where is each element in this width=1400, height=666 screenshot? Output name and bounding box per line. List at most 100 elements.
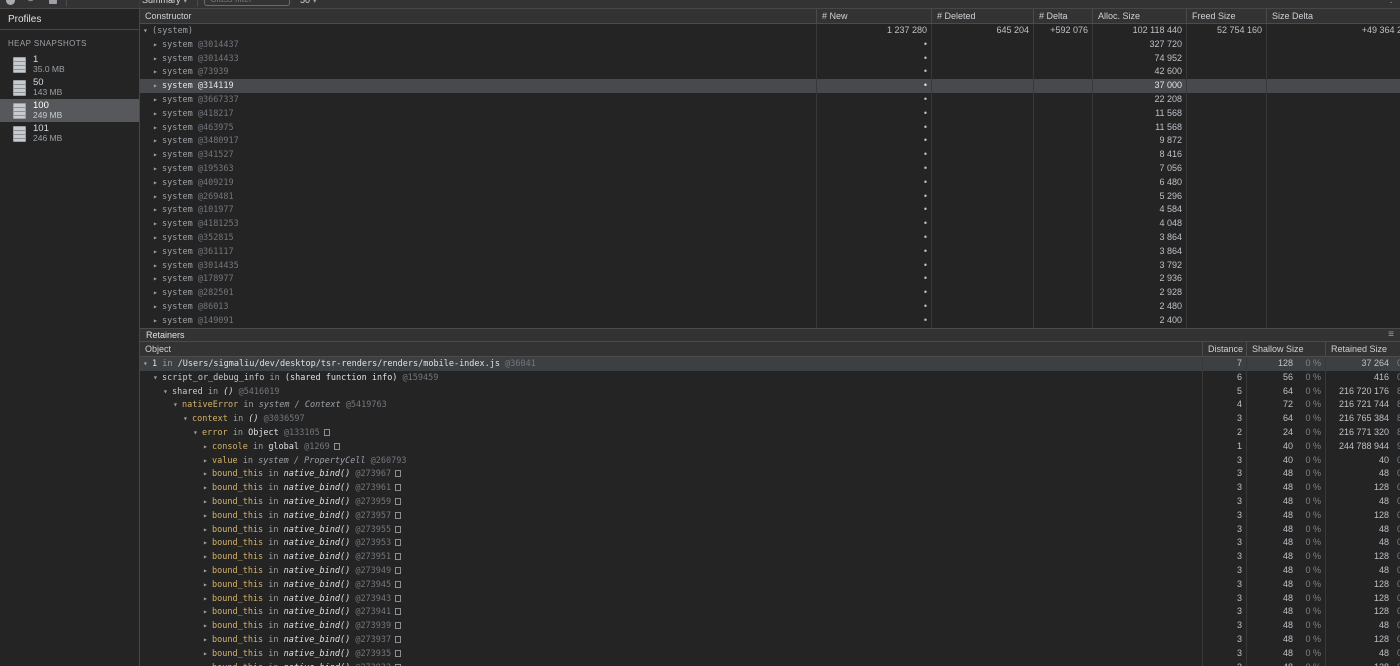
snapshot-item-1[interactable]: 1 35.0 MB: [0, 53, 139, 76]
collapse-arrow-icon[interactable]: ▾: [143, 24, 152, 38]
constructor-row[interactable]: ▸ system @3667337 • 22 208: [140, 92, 1400, 107]
retainer-row[interactable]: ▸ bound_this in native_bind() @273957 3 48 0…: [140, 508, 1400, 523]
retainer-row[interactable]: ▾ error in Object @133105 2 24 0 % 216 771 32…: [140, 425, 1400, 440]
class-filter-input[interactable]: [204, 0, 290, 6]
retainer-row[interactable]: ▾ nativeError in system / Context @541976…: [140, 398, 1400, 413]
expand-arrow-icon[interactable]: ▸: [203, 578, 212, 592]
constructor-row[interactable]: ▸ system @73939 • 42 600: [140, 65, 1400, 80]
clear-profiles-icon[interactable]: ⊘: [26, 0, 35, 4]
expand-arrow-icon[interactable]: ▸: [153, 217, 162, 231]
retainer-row[interactable]: ▸ bound_this in native_bind() @273943 3 48 0…: [140, 591, 1400, 606]
constructor-row[interactable]: ▸ system @409219 • 6 480: [140, 175, 1400, 190]
expand-arrow-icon[interactable]: ▸: [203, 454, 212, 468]
expand-arrow-icon[interactable]: ▸: [153, 107, 162, 121]
expand-arrow-icon[interactable]: ▸: [203, 509, 212, 523]
expand-arrow-icon[interactable]: ▸: [153, 245, 162, 259]
perspective-select[interactable]: Summary ▾: [142, 0, 187, 7]
expand-arrow-icon[interactable]: ▸: [153, 65, 162, 79]
column-header-freed-size[interactable]: Freed Size: [1186, 9, 1266, 23]
column-header-object[interactable]: Object: [140, 342, 1202, 356]
column-header-alloc-size[interactable]: Alloc. Size: [1092, 9, 1186, 23]
constructor-row[interactable]: ▸ system @463975 • 11 568: [140, 120, 1400, 135]
column-header-deleted[interactable]: # Deleted: [931, 9, 1033, 23]
column-header-retained-size[interactable]: Retained Size: [1325, 342, 1400, 356]
column-header-distance[interactable]: Distance: [1202, 342, 1246, 356]
constructor-row[interactable]: ▸ system @3014437 • 327 720: [140, 37, 1400, 52]
retainer-row[interactable]: ▾ script_or_debug_info in (shared functio…: [140, 370, 1400, 385]
retainer-row[interactable]: ▸ bound_this in native_bind() @273949 3 48 0…: [140, 563, 1400, 578]
retainer-row[interactable]: ▸bound_this in native_bind() @273933 3480…: [140, 660, 1400, 666]
expand-arrow-icon[interactable]: ▸: [203, 619, 212, 633]
column-header-shallow-size[interactable]: Shallow Size: [1246, 342, 1325, 356]
expand-arrow-icon[interactable]: ▸: [153, 300, 162, 314]
retainer-row[interactable]: ▸ bound_this in native_bind() @273939 3 48 0…: [140, 619, 1400, 633]
expand-arrow-icon[interactable]: ▸: [153, 176, 162, 190]
retainer-row[interactable]: ▸ bound_this in native_bind() @273967 3 48 0…: [140, 467, 1400, 482]
expand-arrow-icon[interactable]: ▸: [203, 661, 212, 666]
collapse-arrow-icon[interactable]: ▾: [163, 385, 172, 399]
collapse-arrow-icon[interactable]: ▾: [183, 412, 192, 426]
delete-profile-icon[interactable]: [49, 0, 57, 4]
expand-arrow-icon[interactable]: ▸: [153, 272, 162, 286]
constructor-row[interactable]: ▾ (system) 1 237 280 645 204 +592 076 102 118…: [140, 24, 1400, 38]
expand-arrow-icon[interactable]: ▸: [153, 134, 162, 148]
retainer-row[interactable]: ▸ bound_this in native_bind() @273945 3 48 0…: [140, 577, 1400, 592]
expand-arrow-icon[interactable]: ▸: [153, 162, 162, 176]
expand-arrow-icon[interactable]: ▸: [203, 550, 212, 564]
retainer-row[interactable]: ▸ bound_this in native_bind() @273941 3 48 0…: [140, 605, 1400, 620]
constructor-row[interactable]: ▸ system @3480917 • 9 872: [140, 134, 1400, 149]
constructor-row[interactable]: ▸ system @361117 • 3 864: [140, 244, 1400, 259]
retainer-row[interactable]: ▸ bound_this in native_bind() @273955 3 48 0…: [140, 522, 1400, 537]
expand-arrow-icon[interactable]: ▸: [203, 481, 212, 495]
retainer-row[interactable]: ▸ value in system / PropertyCell @260793 3…: [140, 453, 1400, 468]
expand-arrow-icon[interactable]: ▸: [203, 440, 212, 454]
expand-arrow-icon[interactable]: ▸: [203, 647, 212, 661]
expand-arrow-icon[interactable]: ▸: [203, 592, 212, 606]
retainer-row[interactable]: ▸ bound_this in native_bind() @273961 3 48 0…: [140, 481, 1400, 495]
expand-arrow-icon[interactable]: ▸: [153, 286, 162, 300]
constructor-row[interactable]: ▸ system @341527 • 8 416: [140, 148, 1400, 162]
expand-arrow-icon[interactable]: ▸: [153, 121, 162, 135]
expand-arrow-icon[interactable]: ▸: [203, 605, 212, 619]
snapshot-item-100[interactable]: 100 249 MB: [0, 99, 139, 122]
constructor-row[interactable]: ▸ system @86013 • 2 480: [140, 299, 1400, 314]
expand-arrow-icon[interactable]: ▸: [153, 231, 162, 245]
base-snapshot-select[interactable]: 50 ▾: [300, 0, 317, 7]
constructor-row[interactable]: ▸ system @418217 • 11 568: [140, 106, 1400, 121]
constructor-row[interactable]: ▸ system @4181253 • 4 048: [140, 217, 1400, 231]
expand-arrow-icon[interactable]: ▸: [153, 93, 162, 107]
column-header-constructor[interactable]: Constructor: [140, 9, 816, 23]
expand-arrow-icon[interactable]: ▸: [203, 467, 212, 481]
constructor-row[interactable]: ▸ system @282501 • 2 928: [140, 286, 1400, 300]
column-header-delta[interactable]: # Delta: [1033, 9, 1092, 23]
snapshot-item-101[interactable]: 101 246 MB: [0, 122, 139, 145]
expand-arrow-icon[interactable]: ▸: [153, 314, 162, 328]
expand-arrow-icon[interactable]: ▸: [153, 203, 162, 217]
retainer-row[interactable]: ▸ bound_this in native_bind() @273937 3 48 0…: [140, 632, 1400, 647]
constructor-row[interactable]: ▸ system @3014435 • 3 792: [140, 258, 1400, 273]
constructor-row[interactable]: ▸ system @269481 • 5 296: [140, 189, 1400, 204]
collapse-arrow-icon[interactable]: ▾: [173, 398, 182, 412]
expand-arrow-icon[interactable]: ▸: [153, 148, 162, 162]
collapse-arrow-icon[interactable]: ▾: [193, 426, 202, 440]
expand-arrow-icon[interactable]: ▸: [203, 536, 212, 550]
retainer-row[interactable]: ▸ bound_this in native_bind() @273951 3 48 0…: [140, 550, 1400, 564]
expand-arrow-icon[interactable]: ▸: [203, 495, 212, 509]
retainer-row[interactable]: ▾ 1 in /Users/sigmaliu/dev/desktop/tsr-re…: [140, 357, 1400, 371]
retainer-row[interactable]: ▸ bound_this in native_bind() @273953 3 48 0…: [140, 536, 1400, 551]
expand-arrow-icon[interactable]: ▸: [153, 79, 162, 93]
constructor-row[interactable]: ▸ system @178977 • 2 936: [140, 272, 1400, 287]
column-header-new[interactable]: # New: [816, 9, 931, 23]
retainer-row[interactable]: ▾ context in () @3036597 3 64 0 % 216 765 384…: [140, 412, 1400, 426]
collapse-arrow-icon[interactable]: ▾: [143, 357, 152, 371]
expand-arrow-icon[interactable]: ▸: [153, 38, 162, 52]
expand-arrow-icon[interactable]: ▸: [153, 259, 162, 273]
retainer-row[interactable]: ▸ console in global @1269 1 40 0 % 244 788 94…: [140, 439, 1400, 454]
overflow-menu-icon[interactable]: ⋮: [1386, 0, 1396, 5]
constructor-row[interactable]: ▸ system @314119 • 37 000: [140, 79, 1400, 93]
column-header-size-delta[interactable]: Size Delta: [1266, 9, 1400, 23]
expand-arrow-icon[interactable]: ▸: [203, 564, 212, 578]
constructor-row[interactable]: ▸ system @101977 • 4 584: [140, 203, 1400, 218]
expand-arrow-icon[interactable]: ▸: [153, 52, 162, 66]
constructor-row[interactable]: ▸ system @149091 • 2 400: [140, 313, 1400, 328]
